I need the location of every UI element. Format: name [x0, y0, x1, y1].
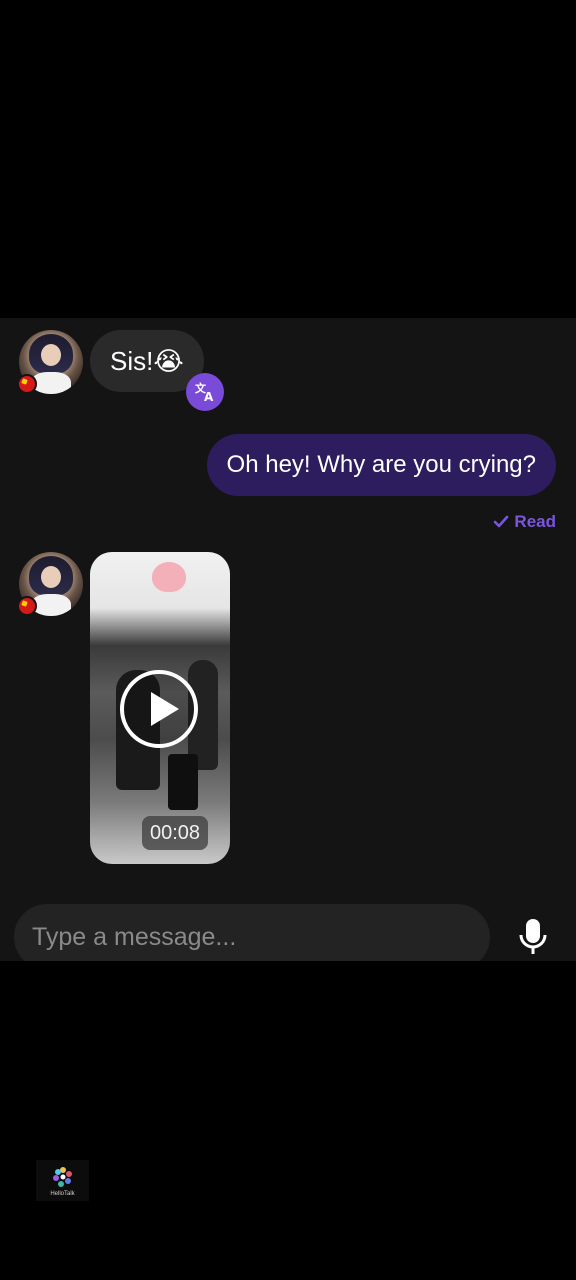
- hellotalk-logo-icon: [52, 1166, 72, 1187]
- translate-icon[interactable]: 文 A: [186, 373, 224, 411]
- read-status-label: Read: [514, 512, 556, 531]
- watermark-label: HelloTalk: [50, 1190, 75, 1197]
- svg-text:A: A: [204, 390, 214, 404]
- outgoing-message-text: Oh hey! Why are you crying?: [226, 451, 536, 478]
- outgoing-message-bubble[interactable]: Oh hey! Why are you crying?: [206, 434, 556, 496]
- video-thumbnail-suitcase: [168, 754, 198, 810]
- country-flag-icon: [17, 374, 37, 394]
- bottom-letterbox: [0, 961, 576, 1280]
- incoming-message-bubble[interactable]: Sis!😭: [90, 330, 204, 392]
- message-input[interactable]: [14, 904, 490, 961]
- top-letterbox: [0, 0, 576, 318]
- video-thumbnail-decoration: [152, 562, 186, 592]
- video-duration: 00:08: [142, 816, 209, 850]
- chat-view: Sis!😭 文 A Oh hey! Why are you crying? Re…: [0, 318, 576, 961]
- incoming-message-text: Sis!😭: [110, 345, 184, 376]
- video-message[interactable]: 00:08: [90, 552, 230, 864]
- message-input-container: [14, 904, 490, 961]
- check-icon: [494, 515, 509, 528]
- microphone-icon[interactable]: [512, 916, 554, 958]
- app-watermark: HelloTalk: [36, 1160, 89, 1201]
- country-flag-icon: [17, 596, 37, 616]
- read-receipt: Read: [493, 512, 556, 532]
- play-icon[interactable]: [120, 670, 198, 748]
